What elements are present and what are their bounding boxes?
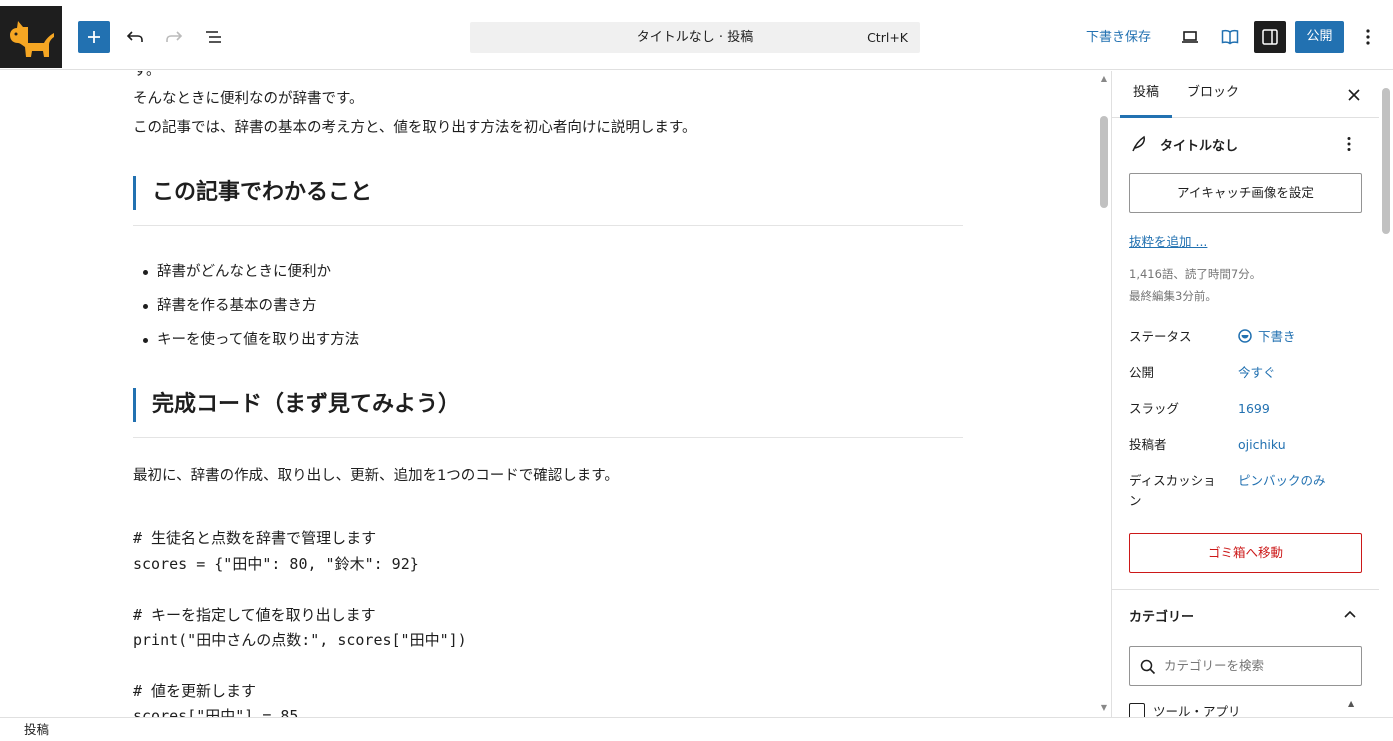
paragraph[interactable]: この記事では、辞書の基本の考え方と、値を取り出す方法を初心者向けに説明します。 (133, 116, 696, 137)
tab-post[interactable]: 投稿 (1120, 71, 1172, 118)
word-count: 1,416語、読了時間7分。 (1129, 267, 1262, 281)
post-title: タイトルなし (1160, 139, 1239, 154)
command-palette-bar[interactable]: タイトルなし · 投稿 Ctrl+K (470, 22, 920, 53)
paragraph-cut[interactable]: す。 (133, 71, 161, 80)
move-to-trash-button[interactable]: ゴミ箱へ移動 (1129, 533, 1362, 573)
set-featured-image-button[interactable]: アイキャッチ画像を設定 (1129, 173, 1362, 213)
book-icon (1221, 29, 1239, 45)
category-search-box[interactable] (1129, 646, 1362, 686)
panel-divider (1112, 589, 1379, 590)
status-value[interactable]: 下書き (1238, 327, 1296, 347)
publish-button[interactable]: 公開 (1295, 21, 1344, 53)
discussion-label: ディスカッション (1129, 473, 1216, 508)
chevron-up-icon (1344, 610, 1356, 618)
close-sidebar-button[interactable] (1342, 83, 1366, 107)
publish-value[interactable]: 今すぐ (1238, 363, 1276, 383)
publish-label: 公開 (1129, 365, 1155, 380)
breadcrumb[interactable]: 投稿 (24, 718, 49, 741)
editor-header: タイトルなし · 投稿 Ctrl+K 下書き保存 公開 (0, 0, 1393, 70)
view-post-button[interactable] (1215, 21, 1245, 53)
code-line[interactable]: # 値を更新します (133, 680, 256, 701)
slug-label: スラッグ (1129, 401, 1180, 416)
settings-sidebar: 投稿 ブロック タイトルなし アイキャッチ画像を設定 抜粋を追加 ... 1,4… (1111, 71, 1379, 717)
category-search-input[interactable] (1164, 647, 1354, 685)
search-icon (1140, 659, 1156, 675)
status-label: ステータス (1129, 329, 1192, 344)
post-actions-button[interactable] (1340, 133, 1358, 155)
bullet-list[interactable]: 辞書がどんなときに便利か 辞書を作る基本の書き方 キーを使って値を取り出す方法 (143, 255, 359, 357)
scroll-thumb[interactable] (1100, 116, 1108, 208)
heading-block[interactable]: 完成コード（まず見てみよう） (133, 388, 963, 422)
dog-icon (10, 21, 54, 57)
author-label: 投稿者 (1129, 437, 1167, 452)
sidebar-scroll-thumb[interactable] (1382, 88, 1390, 234)
document-overview-button[interactable] (199, 21, 229, 53)
plus-icon (88, 31, 100, 43)
close-icon (1348, 89, 1360, 101)
more-vertical-icon (1366, 29, 1370, 45)
undo-button[interactable] (120, 21, 150, 53)
preview-button[interactable] (1175, 21, 1205, 53)
laptop-icon (1182, 31, 1198, 43)
list-view-icon (206, 31, 221, 43)
feather-icon (1132, 135, 1145, 152)
add-block-button[interactable] (78, 21, 110, 53)
heading-divider (133, 225, 963, 226)
document-title: タイトルなし · 投稿 (636, 30, 754, 45)
category-item[interactable]: ツール・アプリ (1129, 701, 1241, 717)
slug-value[interactable]: 1699 (1238, 399, 1270, 419)
list-item[interactable]: 辞書がどんなときに便利か (143, 255, 359, 289)
last-edited: 最終編集3分前。 (1129, 289, 1217, 303)
code-line[interactable]: # 生徒名と点数を辞書で管理します (133, 527, 376, 548)
sidebar-icon (1262, 29, 1278, 45)
code-line[interactable]: # キーを指定して値を取り出します (133, 604, 376, 625)
content-scrollbar[interactable]: ▲ ▼ (1097, 71, 1111, 717)
category-checkbox[interactable] (1129, 702, 1145, 717)
tab-block[interactable]: ブロック (1185, 71, 1241, 118)
code-line[interactable]: scores = {"田中": 80, "鈴木": 92} (133, 553, 419, 574)
scroll-up-arrow[interactable]: ▲ (1100, 75, 1108, 83)
scroll-down-arrow[interactable]: ▼ (1100, 704, 1108, 712)
list-item[interactable]: 辞書を作る基本の書き方 (143, 289, 359, 323)
sidebar-tabs: 投稿 ブロック (1112, 71, 1379, 118)
categories-toggle[interactable] (1340, 604, 1360, 624)
paragraph[interactable]: そんなときに便利なのが辞書です。 (133, 87, 364, 108)
category-label: ツール・アプリ (1153, 704, 1241, 717)
author-value[interactable]: ojichiku (1238, 435, 1286, 455)
status-value-text: 下書き (1258, 329, 1296, 344)
categories-panel-title[interactable]: カテゴリー (1129, 606, 1194, 625)
editor-canvas[interactable]: す。 そんなときに便利なのが辞書です。 この記事では、辞書の基本の考え方と、値を… (0, 71, 1097, 717)
site-logo[interactable] (0, 6, 62, 68)
editor-footer: 投稿 (0, 717, 1393, 741)
shortcut-hint: Ctrl+K (867, 30, 908, 45)
heading-divider (133, 437, 963, 438)
settings-toggle-button[interactable] (1254, 21, 1286, 53)
undo-icon (126, 31, 143, 42)
more-vertical-icon (1347, 137, 1351, 151)
redo-button[interactable] (159, 21, 189, 53)
save-draft-button[interactable]: 下書き保存 (1086, 22, 1151, 54)
code-line[interactable]: print("田中さんの点数:", scores["田中"]) (133, 629, 467, 650)
code-line[interactable]: scores["田中"] = 85 (133, 705, 298, 717)
redo-icon (166, 31, 183, 42)
sidebar-scrollbar[interactable] (1379, 71, 1393, 717)
draft-status-icon (1238, 329, 1252, 343)
list-item[interactable]: キーを使って値を取り出す方法 (143, 323, 359, 357)
category-scroll-arrow[interactable]: ▲ (1348, 699, 1354, 708)
heading-block[interactable]: この記事でわかること (133, 176, 963, 210)
paragraph[interactable]: 最初に、辞書の作成、取り出し、更新、追加を1つのコードで確認します。 (133, 464, 619, 485)
add-excerpt-link[interactable]: 抜粋を追加 ... (1129, 231, 1207, 250)
options-button[interactable] (1355, 21, 1381, 53)
discussion-value[interactable]: ピンバックのみ (1238, 471, 1326, 491)
